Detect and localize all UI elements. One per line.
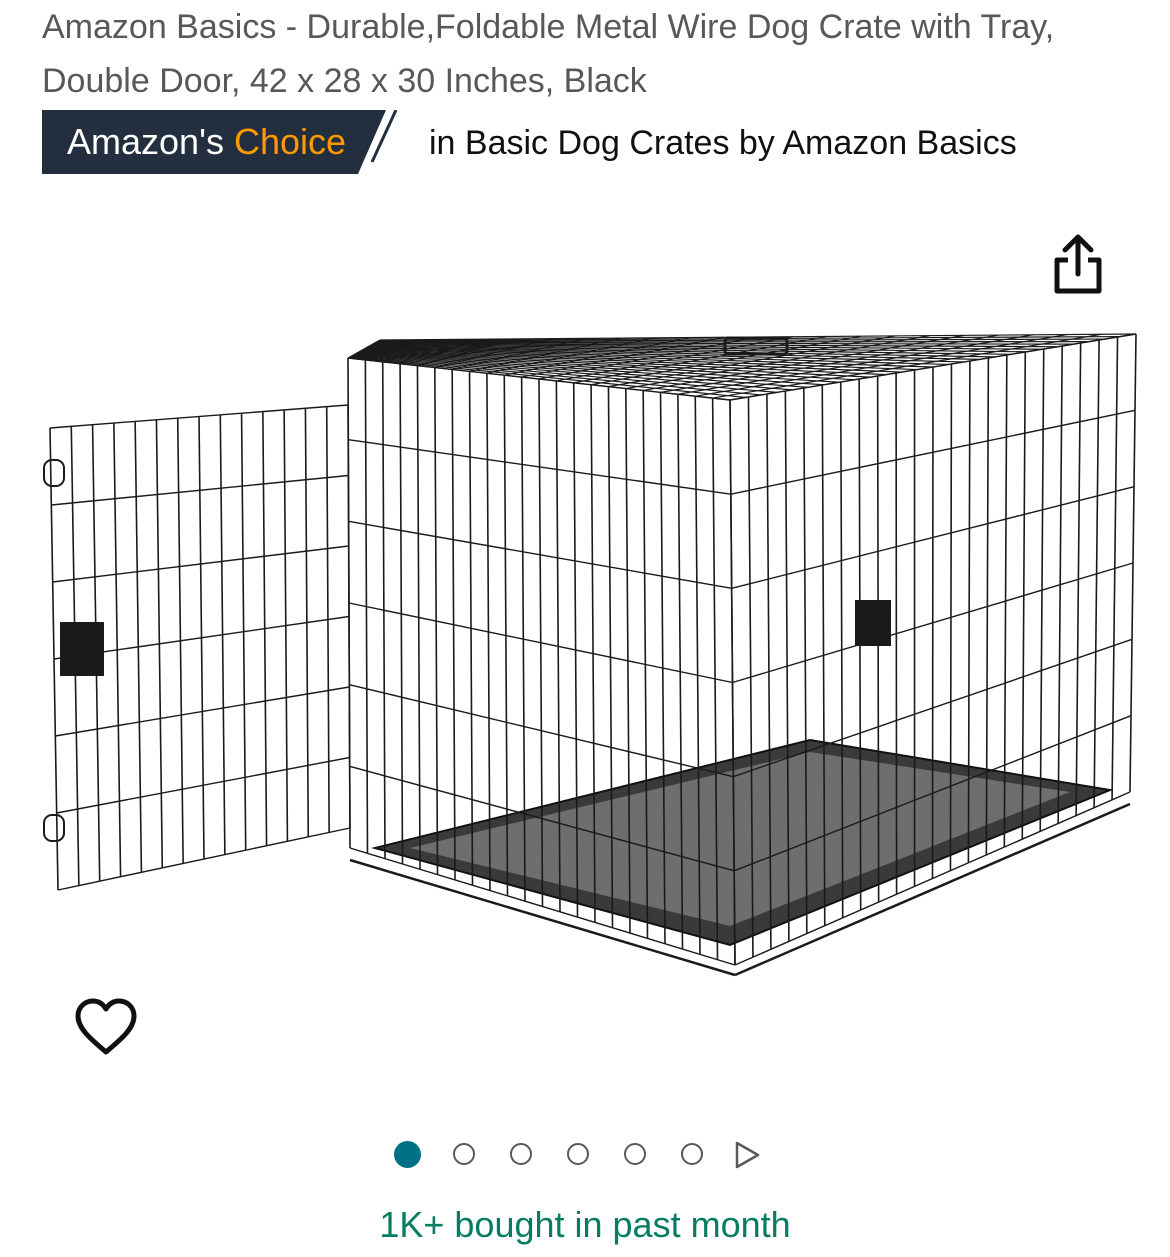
carousel-dot-3[interactable] <box>510 1143 532 1165</box>
bought-count-text: 1K+ bought in past month <box>379 1204 791 1245</box>
carousel-dot-4[interactable] <box>567 1143 589 1165</box>
carousel-dot-6[interactable] <box>681 1143 703 1165</box>
badge-choice-word: Choice <box>233 121 347 162</box>
badge-label: Amazon's Choice <box>67 121 346 163</box>
play-triangle-icon[interactable] <box>732 1140 762 1170</box>
amazons-choice-badge[interactable]: Amazon's Choice <box>42 110 414 174</box>
carousel-dot-5[interactable] <box>624 1143 646 1165</box>
product-title: Amazon Basics - Durable,Foldable Metal W… <box>42 8 1055 100</box>
badge-prefix: Amazon's <box>67 121 234 162</box>
badge-category-text: in Basic Dog Crates by Amazon Basics <box>429 124 1017 162</box>
carousel-dot-1[interactable] <box>394 1141 421 1168</box>
image-carousel-dots <box>392 1140 772 1172</box>
share-icon[interactable] <box>1048 230 1108 300</box>
dog-crate-illustration <box>43 333 1137 977</box>
carousel-dot-2[interactable] <box>453 1143 475 1165</box>
product-image[interactable] <box>30 300 1150 980</box>
heart-icon[interactable] <box>74 998 138 1058</box>
